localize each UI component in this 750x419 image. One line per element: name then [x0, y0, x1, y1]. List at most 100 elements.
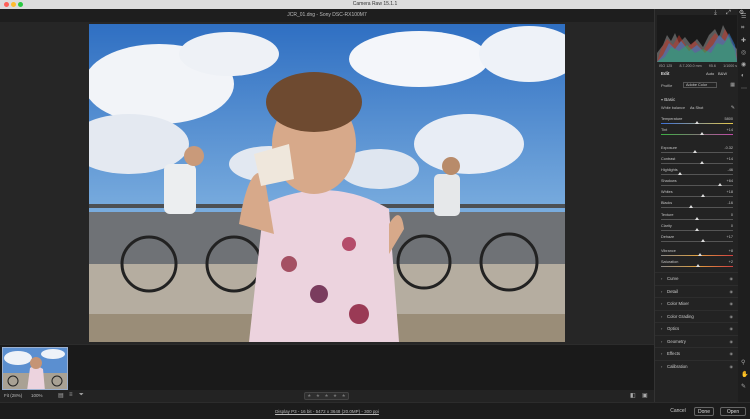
slider-track[interactable]	[661, 174, 733, 175]
compare-icon[interactable]: ▣	[642, 392, 648, 399]
section-detail[interactable]: › Detail ◉	[655, 284, 739, 297]
slider-shadows[interactable]: Shadows +64	[661, 179, 733, 189]
slider-texture[interactable]: Texture 0	[661, 213, 733, 223]
slider-track[interactable]	[661, 207, 733, 208]
slider-thumb[interactable]	[695, 121, 699, 124]
healing-icon[interactable]: ✚	[741, 37, 746, 44]
gear-icon[interactable]: ⚙	[738, 10, 745, 17]
section-color-mixer[interactable]: › Color Mixer ◉	[655, 297, 739, 309]
sort-icon[interactable]: ≡	[69, 392, 73, 398]
star-icon[interactable]: ★	[333, 393, 337, 399]
star-rating[interactable]: ★ ★ ★ ★ ★	[304, 392, 349, 400]
filmstrip-toggle-icon[interactable]: ▤	[58, 392, 64, 399]
slider-thumb[interactable]	[678, 172, 683, 175]
slider-thumb[interactable]	[701, 194, 706, 197]
visibility-eye-icon[interactable]: ◉	[730, 276, 734, 281]
slider-blacks[interactable]: Blacks -16	[661, 201, 733, 211]
slider-track[interactable]	[661, 163, 733, 164]
before-after-icon[interactable]: ◧	[630, 392, 636, 399]
presets-icon[interactable]: ◐	[741, 73, 745, 79]
section-curve[interactable]: › Curve ◉	[655, 272, 739, 284]
slider-value[interactable]: 5800	[725, 117, 733, 121]
slider-value[interactable]: +14	[727, 128, 733, 132]
slider-track[interactable]	[661, 134, 733, 135]
slider-value[interactable]: +18	[727, 190, 733, 194]
crop-icon[interactable]: ⌗	[741, 25, 744, 32]
visibility-eye-icon[interactable]: ◉	[730, 339, 734, 344]
slider-thumb[interactable]	[692, 150, 697, 153]
visibility-eye-icon[interactable]: ◉	[730, 364, 734, 369]
slider-highlights[interactable]: Highlights -46	[661, 168, 733, 178]
slider-contrast[interactable]: Contrast +14	[661, 157, 733, 167]
slider-thumb[interactable]	[697, 253, 702, 256]
profile-select[interactable]: Adobe Color	[683, 82, 717, 88]
slider-value[interactable]: +64	[727, 179, 733, 183]
redeye-icon[interactable]: ◉	[741, 61, 746, 68]
slider-thumb[interactable]	[700, 239, 705, 242]
zoom-select[interactable]: 100%	[31, 393, 43, 398]
section-optics[interactable]: › Optics ◉	[655, 322, 739, 334]
slider-value[interactable]: -16	[728, 201, 734, 205]
fullscreen-icon[interactable]: ⤢	[725, 10, 732, 17]
zoom-icon[interactable]: ⚲	[741, 359, 745, 366]
slider-whites[interactable]: Whites +18	[661, 190, 733, 200]
slider-thumb[interactable]	[700, 132, 705, 135]
visibility-eye-icon[interactable]: ◉	[730, 326, 734, 331]
fit-zoom-label[interactable]: Fit (28%)	[4, 393, 22, 398]
workflow-options-link[interactable]: Display P3 - 16 bit - 5472 x 3648 (20.0M…	[0, 409, 654, 414]
section-geometry[interactable]: › Geometry ◉	[655, 334, 739, 347]
section-calibration[interactable]: › Calibration ◉	[655, 359, 739, 372]
visibility-eye-icon[interactable]: ◉	[730, 289, 734, 294]
save-icon[interactable]: ⤓	[712, 10, 719, 17]
slider-value[interactable]: 0	[731, 213, 733, 217]
star-icon[interactable]: ★	[316, 393, 320, 399]
slider-value[interactable]: +8	[729, 249, 733, 253]
open-button[interactable]: Open	[720, 407, 746, 416]
slider-track[interactable]	[661, 152, 733, 153]
photo-preview[interactable]	[89, 24, 565, 342]
slider-value[interactable]: +17	[727, 235, 733, 239]
slider-value[interactable]: -46	[728, 168, 734, 172]
slider-saturation[interactable]: Saturation +2	[661, 260, 733, 270]
slider-value[interactable]: +2	[729, 260, 733, 264]
more-icon[interactable]: ⋯	[741, 85, 747, 92]
slider-thumb[interactable]	[695, 264, 700, 267]
filmstrip-thumbnail[interactable]	[2, 347, 68, 390]
auto-button[interactable]: Auto	[706, 71, 714, 76]
visibility-eye-icon[interactable]: ◉	[730, 351, 734, 356]
basic-section-header[interactable]: ▾ Basic	[661, 97, 675, 102]
slider-tint[interactable]: Tint +14	[661, 128, 733, 138]
slider-value[interactable]: +14	[727, 157, 733, 161]
slider-thumb[interactable]	[695, 228, 699, 231]
hand-icon[interactable]: ✋	[741, 371, 748, 378]
slider-value[interactable]: -0.32	[724, 146, 733, 150]
slider-dehaze[interactable]: Dehaze +17	[661, 235, 733, 245]
star-icon[interactable]: ★	[307, 393, 311, 399]
slider-exposure[interactable]: Exposure -0.32	[661, 146, 733, 156]
eyedropper-icon[interactable]: ✎	[731, 105, 735, 111]
slider-thumb[interactable]	[718, 183, 723, 186]
star-icon[interactable]: ★	[342, 393, 346, 399]
section-effects[interactable]: › Effects ◉	[655, 347, 739, 359]
white-balance-select[interactable]: As Shot	[690, 106, 703, 110]
visibility-eye-icon[interactable]: ◉	[730, 314, 734, 319]
slider-temperature[interactable]: Temperature 5800	[661, 117, 733, 127]
slider-value[interactable]: 0	[731, 224, 733, 228]
filter-icon[interactable]: ⏷	[79, 392, 84, 399]
image-canvas[interactable]	[0, 22, 654, 344]
slider-thumb[interactable]	[695, 217, 699, 220]
slider-vibrance[interactable]: Vibrance +8	[661, 249, 733, 259]
slider-track[interactable]	[661, 185, 733, 186]
slider-clarity[interactable]: Clarity 0	[661, 224, 733, 234]
cancel-button[interactable]: Cancel	[668, 407, 688, 416]
profile-browser-icon[interactable]: ▦	[730, 82, 735, 88]
slider-thumb[interactable]	[700, 161, 705, 164]
slider-track[interactable]	[661, 196, 733, 197]
section-color-grading[interactable]: › Color Grading ◉	[655, 309, 739, 322]
done-button[interactable]: Done	[694, 407, 714, 416]
masking-icon[interactable]: ◎	[741, 49, 746, 56]
color-sampler-icon[interactable]: ✎	[741, 383, 746, 390]
slider-thumb[interactable]	[689, 205, 694, 208]
star-icon[interactable]: ★	[324, 393, 328, 399]
visibility-eye-icon[interactable]: ◉	[730, 301, 734, 306]
